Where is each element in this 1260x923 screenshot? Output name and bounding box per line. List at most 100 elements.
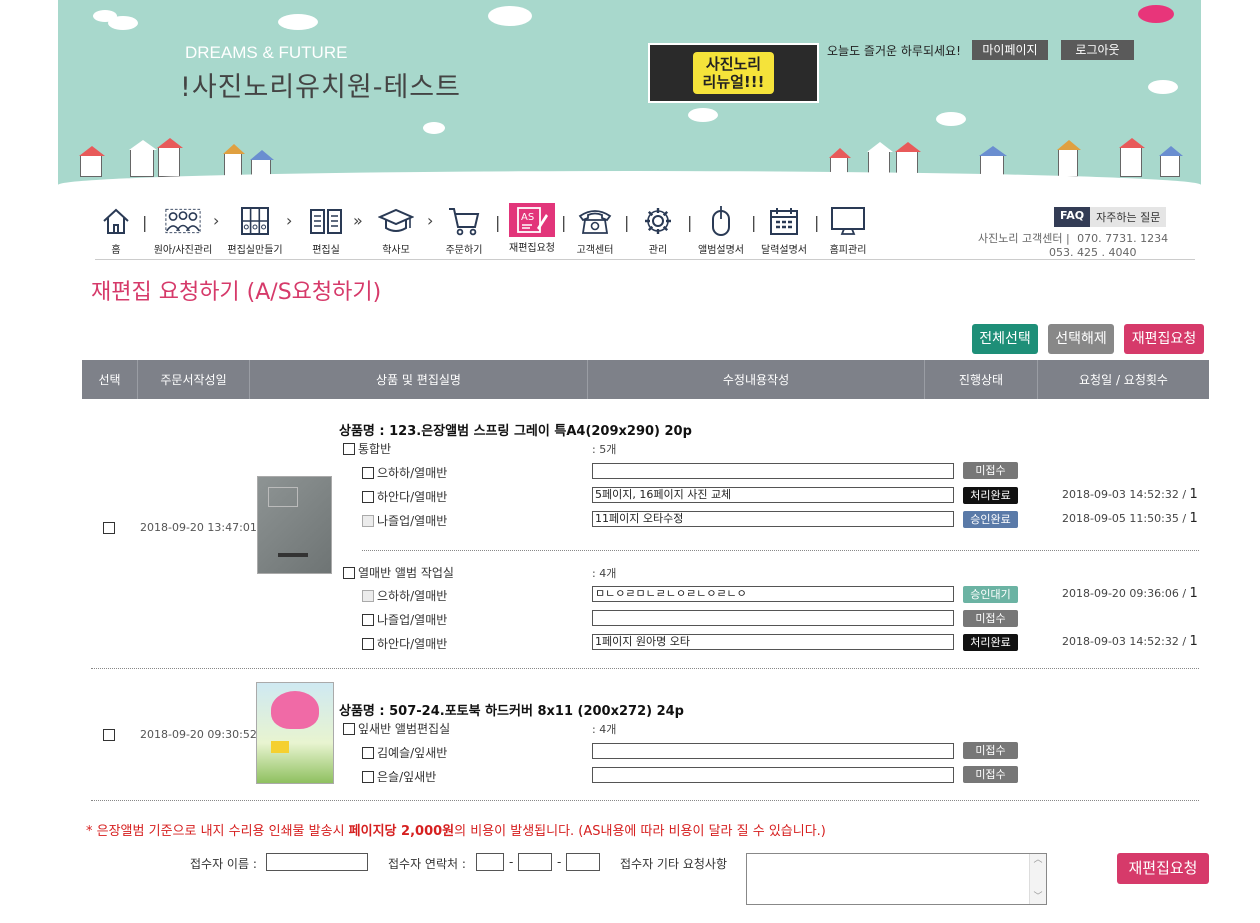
status-badge: 미접수	[963, 462, 1018, 479]
student-item[interactable]: 으하하/열매반	[362, 464, 447, 481]
cart-icon	[446, 203, 482, 239]
student-checkbox[interactable]	[362, 466, 374, 479]
nav-label: 원아/사진관리	[153, 245, 213, 256]
header-banner: DREAMS & FUTURE !사진노리유치원-테스트 사진노리 리뉴얼!!!…	[58, 0, 1201, 185]
order-checkbox[interactable]	[103, 729, 115, 741]
group-checkbox[interactable]	[343, 566, 355, 579]
promo-line: 사진노리	[705, 55, 762, 73]
student-item[interactable]: 하안다/열매반	[362, 635, 447, 652]
divider	[95, 259, 1195, 260]
svg-text:AS: AS	[521, 212, 534, 223]
nav-customer-center[interactable]: 고객센터	[565, 203, 625, 256]
nav-order[interactable]: 주문하기	[434, 203, 494, 256]
nav-label: 주문하기	[445, 245, 483, 256]
promo-banner[interactable]: 사진노리 리뉴얼!!!	[648, 43, 819, 103]
nav-graduation[interactable]: 학사모	[366, 203, 426, 256]
group-checkbox[interactable]	[343, 442, 355, 455]
student-checkbox[interactable]	[362, 589, 374, 602]
etc-request-textarea[interactable]: ︿ ﹀	[746, 853, 1047, 905]
edit-content-input[interactable]: ㅁㄴㅇㄹㅁㄴㄹㄴㅇㄹㄴㅇㄹㄴㅇ	[592, 586, 954, 602]
edit-content-input[interactable]	[592, 743, 954, 759]
edit-content-input[interactable]: 5페이지, 16페이지 사진 교체	[592, 487, 954, 503]
student-checkbox[interactable]	[362, 770, 374, 783]
reedit-request-button[interactable]: 재편집요청	[1124, 324, 1204, 354]
home-icon	[98, 203, 134, 239]
column-header: 수정내용작성	[588, 360, 925, 399]
nav-children-photos[interactable]: 원아/사진관리	[153, 203, 213, 256]
select-all-button[interactable]: 전체선택	[972, 324, 1038, 354]
nav-homepage-manage[interactable]: 홈피관리	[818, 203, 878, 256]
contact-part3-input[interactable]	[566, 853, 600, 871]
student-item[interactable]: 나즐업/열매반	[362, 611, 447, 628]
cost-notice: * 은장앨범 기준으로 내지 수리용 인쇄물 발송시 페이지당 2,000원의 …	[86, 820, 826, 839]
receiver-name-input[interactable]	[266, 853, 368, 871]
order-checkbox[interactable]	[103, 522, 115, 534]
nav-label: 홈피관리	[829, 245, 867, 256]
edit-content-input[interactable]: 1페이지 원아명 오타	[592, 634, 954, 650]
support-phone: 070. 7731. 1234	[1077, 232, 1169, 245]
student-checkbox[interactable]	[362, 490, 374, 503]
nav-manage[interactable]: 관리	[628, 203, 688, 256]
contact-part1-input[interactable]	[476, 853, 504, 871]
request-count: 1	[1189, 586, 1198, 601]
scrollbar[interactable]: ︿ ﹀	[1029, 854, 1046, 904]
request-datetime: 2018-09-03 14:52:32 /	[1062, 635, 1190, 648]
student-item[interactable]: 으하하/열매반	[362, 587, 447, 604]
scroll-up-icon[interactable]: ︿	[1030, 854, 1046, 866]
house-decoration	[223, 144, 245, 177]
edit-content-input[interactable]	[592, 767, 954, 783]
nav-editroom[interactable]: 편집실	[296, 203, 356, 256]
receiver-name-label: 접수자 이름 :	[190, 857, 257, 871]
student-checkbox[interactable]	[362, 613, 374, 626]
student-checkbox[interactable]	[362, 514, 374, 527]
nav-reedit-request[interactable]: AS 재편집요청	[502, 203, 562, 254]
student-item[interactable]: 나즐업/열매반	[362, 512, 447, 529]
mypage-button[interactable]: 마이페이지	[972, 40, 1048, 60]
contact-part2-input[interactable]	[518, 853, 552, 871]
nav-album-guide[interactable]: 앨범설명서	[691, 203, 751, 256]
group-checkbox[interactable]	[343, 722, 355, 735]
nav-label: 홈	[111, 245, 121, 256]
book-icon	[308, 203, 344, 239]
support-center: 사진노리 고객센터 | 070. 7731. 1234	[978, 232, 1168, 246]
edit-content-input[interactable]	[592, 463, 954, 479]
dash: -	[557, 855, 562, 869]
student-item[interactable]: 은슬/잎새반	[362, 768, 436, 785]
student-item[interactable]: 하안다/열매반	[362, 488, 447, 505]
nav-label: 재편집요청	[509, 243, 555, 254]
deselect-button[interactable]: 선택해제	[1048, 324, 1114, 354]
student-name: 하안다/열매반	[377, 637, 448, 651]
submit-reedit-button[interactable]: 재편집요청	[1117, 853, 1209, 884]
edit-content-input[interactable]: 11페이지 오타수정	[592, 511, 954, 527]
table-header: 선택 주문서작성일 상품 및 편집실명 수정내용작성 진행상태 요청일 / 요청…	[82, 360, 1209, 399]
request-date: 2018-09-03 14:52:32 / 1	[1062, 487, 1198, 502]
scroll-down-icon[interactable]: ﹀	[1030, 889, 1046, 902]
group-item[interactable]: 잎새반 앨범편집실	[343, 720, 450, 737]
student-checkbox[interactable]	[362, 637, 374, 650]
nav-label: 고객센터	[576, 245, 614, 256]
status-badge: 처리완료	[963, 487, 1018, 504]
status-badge: 미접수	[963, 766, 1018, 783]
notice-text: 의 비용이 발생됩니다. (AS내용에 따라 비용이 달라 질 수 있습니다.)	[454, 824, 826, 839]
group-item[interactable]: 통합반	[343, 440, 391, 457]
nav-make-editroom[interactable]: 편집실만들기	[225, 203, 285, 256]
request-datetime: 2018-09-03 14:52:32 /	[1062, 488, 1190, 501]
divider	[91, 668, 1199, 669]
student-item[interactable]: 김예슬/잎새반	[362, 744, 447, 761]
student-checkbox[interactable]	[362, 746, 374, 759]
house-decoration	[1159, 146, 1183, 177]
order-date: 2018-09-20 13:47:01	[140, 521, 257, 534]
nav-separator: |	[495, 213, 501, 232]
as-edit-icon: AS	[509, 203, 555, 237]
faq-link[interactable]: FAQ 자주하는 질문	[1054, 207, 1167, 227]
logout-button[interactable]: 로그아웃	[1061, 40, 1134, 60]
request-count: 1	[1189, 634, 1198, 649]
monitor-icon	[830, 203, 866, 239]
edit-content-input[interactable]	[592, 610, 954, 626]
nav-calendar-guide[interactable]: 달력설명서	[754, 203, 814, 256]
group-item[interactable]: 열매반 앨범 작업실	[343, 564, 454, 581]
nav-home[interactable]: 홈	[86, 203, 146, 256]
request-datetime: 2018-09-05 11:50:35 /	[1062, 512, 1190, 525]
brand-tagline: DREAMS & FUTURE	[185, 43, 348, 62]
product-name: 상품명 : 507-24.포토북 하드커버 8x11 (200x272) 24p	[339, 704, 684, 719]
